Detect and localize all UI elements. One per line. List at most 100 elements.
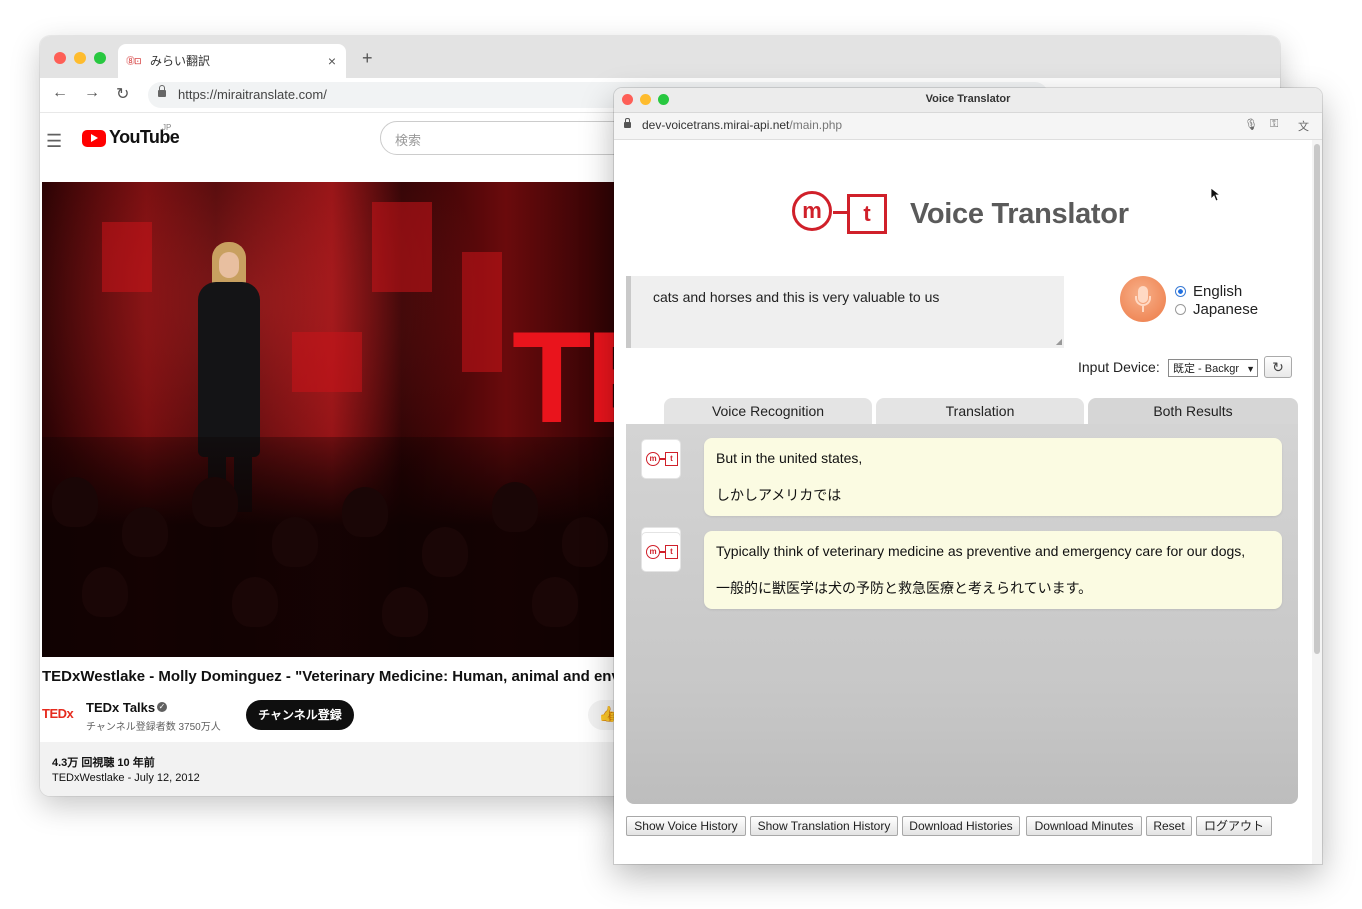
- url-host: dev-voicetrans.mirai-api.net: [642, 118, 790, 132]
- refresh-devices-button[interactable]: ↻: [1264, 356, 1292, 378]
- audience-member: [272, 517, 318, 567]
- show-translation-history-button[interactable]: Show Translation History: [750, 816, 898, 836]
- subscriber-count: チャンネル登録者数 3750万人: [86, 722, 221, 733]
- logout-button[interactable]: ログアウト: [1196, 816, 1272, 836]
- audience-member: [122, 507, 168, 557]
- mt-logo-t: t: [847, 194, 887, 234]
- audience-member: [382, 587, 428, 637]
- translate-icon[interactable]: 文: [1298, 118, 1309, 134]
- tab-close-icon[interactable]: ×: [328, 44, 336, 78]
- description-text: TEDxWestlake - July 12, 2012: [52, 772, 200, 784]
- mt-logo-m: m: [792, 191, 832, 231]
- stage-light-panel: [372, 202, 432, 292]
- window-titlebar: Voice Translator: [614, 88, 1322, 113]
- mt-avatar-m: m: [646, 545, 660, 559]
- mouse-cursor-icon: [1211, 188, 1221, 202]
- audience-area: [42, 437, 622, 657]
- english-radio[interactable]: [1175, 286, 1186, 297]
- mt-avatar-icon: m t: [642, 440, 680, 478]
- hamburger-menu-icon[interactable]: ☰: [46, 131, 62, 152]
- result-bubble: But in the united states, しかしアメリカでは: [704, 438, 1282, 516]
- result-japanese: 一般的に獣医学は犬の予防と救急医療と考えられています。: [716, 580, 1093, 596]
- browser-tab-strip: ⓼⊡ みらい翻訳 × +: [40, 36, 1280, 78]
- resize-handle-icon[interactable]: ◢: [1056, 337, 1062, 346]
- microphone-icon: [1142, 306, 1144, 312]
- tab-both-results[interactable]: Both Results: [1088, 398, 1298, 424]
- mic-record-button[interactable]: [1120, 276, 1166, 322]
- reset-button[interactable]: Reset: [1146, 816, 1192, 836]
- tedx-channel-logo[interactable]: TEDx: [42, 706, 74, 721]
- audience-member: [52, 477, 98, 527]
- transcript-textarea[interactable]: cats and horses and this is very valuabl…: [626, 276, 1064, 348]
- stage-light-panel: [462, 252, 502, 372]
- audience-member: [532, 577, 578, 627]
- youtube-play-icon: [82, 130, 106, 147]
- subscribe-button[interactable]: チャンネル登録: [246, 700, 354, 730]
- audience-member: [192, 477, 238, 527]
- page-title: Voice Translator: [910, 198, 1129, 230]
- mt-avatar-icon: m t: [642, 533, 680, 571]
- zoom-window-button[interactable]: [94, 52, 106, 64]
- youtube-region-label: JP: [162, 123, 172, 132]
- result-english: Typically think of veterinary medicine a…: [716, 543, 1246, 559]
- voice-translator-window: Voice Translator dev-voicetrans.mirai-ap…: [614, 88, 1322, 864]
- search-placeholder: 検索: [395, 133, 422, 148]
- tab-translation[interactable]: Translation: [876, 398, 1084, 424]
- channel-name[interactable]: TEDx Talks: [86, 700, 155, 715]
- verified-badge-icon: ✓: [157, 702, 167, 712]
- video-title: TEDxWestlake - Molly Dominguez - "Veteri…: [42, 668, 622, 685]
- mt-avatar-t: t: [665, 545, 678, 559]
- japanese-label[interactable]: Japanese: [1193, 301, 1258, 318]
- address-bar[interactable]: dev-voicetrans.mirai-api.net/main.php 🎙 …: [614, 113, 1322, 140]
- reload-icon[interactable]: ↻: [116, 84, 129, 104]
- address-url: dev-voicetrans.mirai-api.net/main.php: [642, 118, 842, 132]
- result-japanese: しかしアメリカでは: [716, 487, 842, 503]
- address-url: https://miraitranslate.com/: [178, 87, 327, 102]
- chevron-down-icon: ▼: [1246, 364, 1255, 374]
- audience-member: [82, 567, 128, 617]
- audience-member: [342, 487, 388, 537]
- microphone-icon: [1135, 296, 1151, 306]
- key-icon[interactable]: ⚿: [1270, 118, 1278, 131]
- input-device-value: 既定 - Backgr: [1173, 363, 1240, 375]
- new-tab-button[interactable]: +: [362, 48, 373, 69]
- browser-tab-miraitranslate[interactable]: ⓼⊡ みらい翻訳 ×: [118, 44, 346, 78]
- show-voice-history-button[interactable]: Show Voice History: [626, 816, 746, 836]
- lock-icon: [158, 85, 166, 97]
- mt-logo-connector: [833, 211, 847, 214]
- audience-member: [232, 577, 278, 627]
- mic-icon[interactable]: 🎙: [1244, 118, 1258, 131]
- video-player[interactable]: TE: [42, 182, 622, 657]
- speaker-figure: [219, 252, 239, 278]
- back-arrow-icon[interactable]: ←: [52, 84, 68, 102]
- tab-title: みらい翻訳: [150, 54, 211, 68]
- mirai-favicon-icon: ⓼⊡: [126, 56, 142, 66]
- transcript-text: cats and horses and this is very valuabl…: [653, 289, 940, 305]
- tab-voice-recognition[interactable]: Voice Recognition: [664, 398, 872, 424]
- input-device-select[interactable]: 既定 - Backgr ▼: [1168, 359, 1258, 377]
- result-english: But in the united states,: [716, 450, 863, 466]
- japanese-radio[interactable]: [1175, 304, 1186, 315]
- speaker-figure: [198, 282, 260, 457]
- result-bubble: Typically think of veterinary medicine a…: [704, 531, 1282, 609]
- lock-icon: [624, 118, 631, 128]
- download-histories-button[interactable]: Download Histories: [902, 816, 1020, 836]
- view-count: 4.3万 回視聴 10 年前: [52, 757, 155, 769]
- window-title: Voice Translator: [925, 93, 1011, 105]
- english-label[interactable]: English: [1193, 283, 1242, 300]
- minimize-window-button[interactable]: [74, 52, 86, 64]
- scrollbar-thumb[interactable]: [1314, 144, 1320, 654]
- url-path: /main.php: [789, 118, 843, 132]
- input-device-label: Input Device:: [1078, 359, 1160, 375]
- close-window-button[interactable]: [54, 52, 66, 64]
- audience-member: [492, 482, 538, 532]
- tedx-stage-letters: TE: [512, 304, 622, 450]
- mt-avatar-t: t: [665, 452, 678, 466]
- audience-member: [562, 517, 608, 567]
- stage-light-panel: [292, 332, 362, 392]
- forward-arrow-icon[interactable]: →: [84, 84, 100, 102]
- mt-avatar-m: m: [646, 452, 660, 466]
- download-minutes-button[interactable]: Download Minutes: [1026, 816, 1142, 836]
- stage-light-panel: [102, 222, 152, 292]
- audience-member: [422, 527, 468, 577]
